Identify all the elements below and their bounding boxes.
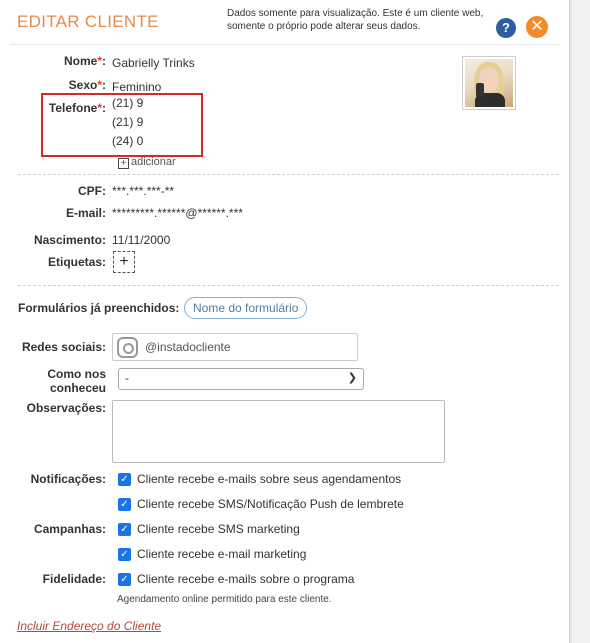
email-value: *********.******@******.*** xyxy=(112,206,243,220)
add-phone-button[interactable]: + adicionar xyxy=(118,156,176,169)
checkbox-email-appointments[interactable]: ✓ xyxy=(118,473,131,486)
social-handle: @instadocliente xyxy=(145,340,231,354)
loyalty-label: Fidelidade: xyxy=(42,572,106,586)
checkbox-label: Cliente recebe SMS marketing xyxy=(137,522,300,536)
add-tag-button[interactable]: + xyxy=(113,251,135,273)
avatar-photo xyxy=(465,59,513,107)
instagram-icon xyxy=(117,337,138,358)
cpf-value: ***.***.***-** xyxy=(112,184,175,198)
notes-label: Observações: xyxy=(26,401,106,415)
scrollbar[interactable] xyxy=(572,0,590,643)
chevron-down-icon: ❯ xyxy=(347,372,357,384)
client-name: Gabrielly Trinks xyxy=(112,56,195,70)
notifications-label: Notificações: xyxy=(30,472,106,486)
forms-label: Formulários já preenchidos: xyxy=(18,301,180,315)
checkbox-sms-reminder[interactable]: ✓ xyxy=(118,498,131,511)
edit-client-modal: EDITAR CLIENTE Dados somente para visual… xyxy=(0,0,570,643)
section-divider xyxy=(18,174,559,175)
referral-label: Como nos conheceu xyxy=(47,367,106,395)
checkbox-label: Cliente recebe e-mails sobre seus agenda… xyxy=(137,472,402,486)
phone-label: Telefone*: xyxy=(48,101,106,115)
referral-select[interactable]: - ❯ xyxy=(118,368,364,390)
checkbox-loyalty-emails[interactable]: ✓ xyxy=(118,573,131,586)
form-name-pill[interactable]: Nome do formulário xyxy=(184,297,308,319)
phone-number: (24) 0 xyxy=(112,134,144,148)
checkbox-email-marketing[interactable]: ✓ xyxy=(118,548,131,561)
birth-label: Nascimento: xyxy=(33,233,106,247)
birth-value: 11/11/2000 xyxy=(112,233,171,247)
modal-title: EDITAR CLIENTE xyxy=(17,12,159,31)
client-gender: Feminino xyxy=(112,80,162,94)
name-label: Nome*: xyxy=(63,54,106,68)
social-label: Redes sociais: xyxy=(21,340,106,354)
gender-label: Sexo*: xyxy=(68,78,106,92)
section-divider xyxy=(18,285,559,286)
online-booking-note: Agendamento online permitido para este c… xyxy=(117,594,332,605)
social-instagram-field[interactable]: @instadocliente xyxy=(112,333,358,361)
campaigns-label: Campanhas: xyxy=(33,522,106,536)
cpf-label: CPF: xyxy=(78,184,106,198)
close-icon[interactable]: ✕ xyxy=(526,16,548,38)
checkbox-sms-marketing[interactable]: ✓ xyxy=(118,523,131,536)
notes-textarea[interactable] xyxy=(112,400,445,463)
checkbox-label: Cliente recebe e-mails sobre o programa xyxy=(137,572,355,586)
help-icon[interactable]: ? xyxy=(496,18,516,38)
email-label: E-mail: xyxy=(65,206,106,220)
avatar[interactable] xyxy=(462,56,516,110)
view-only-notice: Dados somente para visualização. Este é … xyxy=(227,8,484,32)
add-address-link[interactable]: Incluir Endereço do Cliente xyxy=(17,619,161,633)
phone-number: (21) 9 xyxy=(112,115,144,129)
title-divider xyxy=(10,44,559,45)
checkbox-label: Cliente recebe SMS/Notificação Push de l… xyxy=(137,497,404,511)
checkbox-label: Cliente recebe e-mail marketing xyxy=(137,547,307,561)
tags-label: Etiquetas: xyxy=(47,255,106,269)
plus-icon: + xyxy=(118,158,129,169)
phone-number: (21) 9 xyxy=(112,96,144,110)
